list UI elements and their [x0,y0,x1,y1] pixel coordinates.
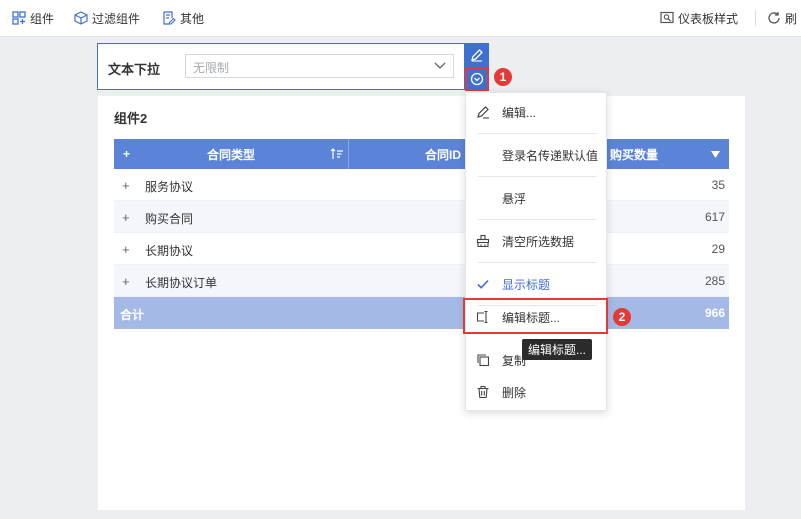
other-button[interactable]: 其他 [162,0,204,36]
refresh-icon [768,12,780,24]
dashboard-style-button[interactable]: 仪表板样式 [660,0,738,36]
pencil-icon [471,49,483,62]
dashboard-style-icon [660,11,674,24]
component-label: 组件 [30,11,55,26]
sort-icon[interactable] [330,147,344,161]
row-value: 29 [711,242,725,256]
tooltip: 编辑标题... [522,339,592,360]
menu-item-label: 显示标题 [502,277,551,292]
menu-divider [478,262,596,263]
row-name: 长期协议 [145,244,194,258]
component-title: 组件2 [114,111,148,126]
row-value: 617 [704,210,725,224]
menu-item-label: 删除 [502,385,527,400]
step-badge-2: 2 [613,308,631,326]
menu-item-label: 悬浮 [502,191,527,206]
table-component[interactable]: 组件2 + 合同类型 合同ID 购买数量 + 服务协议 35 + 购买合同 61… [98,96,745,510]
menu-item-float[interactable]: 悬浮 [466,183,608,213]
step-badge-1: 1 [494,68,512,86]
column-header-purchase-qty[interactable]: 购买数量 [610,139,658,169]
column-header-contract-id[interactable]: 合同ID [425,139,461,169]
top-toolbar: 组件 过滤组件 其他 仪表板样式 刷 [0,0,801,37]
row-name: 购买合同 [145,212,194,226]
table-row[interactable]: + 长期协议订单 285 [114,265,729,297]
row-name: 服务协议 [145,180,194,194]
menu-item-delete[interactable]: 删除 [466,377,608,407]
filter-select-placeholder: 无限制 [193,61,230,75]
menu-divider [478,219,596,220]
refresh-label: 刷 [785,11,798,26]
circle-chevron-down-icon [470,72,484,86]
caret-down-icon[interactable] [711,151,720,158]
menu-item-label: 编辑... [502,105,537,120]
cube-icon [74,11,88,25]
context-menu: 编辑... 登录名传递默认值 悬浮 清空所选数据 显示标题 编辑标题... 复制… [465,92,607,411]
other-label: 其他 [180,11,205,26]
expand-all-button[interactable]: + [123,139,130,169]
eraser-icon [476,234,490,248]
checkmark-icon [477,279,489,289]
component-icon [12,11,26,25]
menu-item-clear-selection[interactable]: 清空所选数据 [466,226,608,256]
column-divider [348,139,349,169]
menu-item-edit[interactable]: 编辑... [466,97,608,127]
filter-title: 文本下拉 [108,62,161,77]
pivot-table: + 合同类型 合同ID 购买数量 + 服务协议 35 + 购买合同 617 + … [114,139,729,329]
row-expand-icon[interactable]: + [122,178,130,193]
copy-icon [477,354,490,367]
component-button[interactable]: 组件 [12,0,54,36]
row-name: 长期协议订单 [145,276,218,290]
trash-icon [477,385,489,399]
row-expand-icon[interactable]: + [122,274,130,289]
menu-item-login-default[interactable]: 登录名传递默认值 [466,140,608,170]
chevron-down-icon [434,62,446,69]
dashboard-style-label: 仪表板样式 [678,11,739,26]
column-header-contract-type[interactable]: 合同类型 [207,139,255,169]
total-value: 966 [704,306,725,320]
document-edit-icon [163,11,176,25]
filter-component-button[interactable]: 过滤组件 [74,0,140,36]
menu-divider [478,133,596,134]
table-header: + 合同类型 合同ID 购买数量 [114,139,729,169]
refresh-button[interactable]: 刷 [767,0,797,36]
menu-divider [478,176,596,177]
more-options-button[interactable] [465,67,489,91]
table-row[interactable]: + 长期协议 29 [114,233,729,265]
menu-item-label: 清空所选数据 [502,234,575,249]
filter-component-label: 过滤组件 [92,11,141,26]
menu-item-show-title[interactable]: 显示标题 [466,269,608,299]
table-row[interactable]: + 购买合同 617 [114,201,729,233]
row-value: 285 [704,274,725,288]
table-row[interactable]: + 服务协议 35 [114,169,729,201]
total-label: 合计 [120,308,145,322]
text-dropdown-filter[interactable]: 文本下拉 无限制 [97,43,465,90]
toolbar-divider [755,10,756,26]
menu-item-label: 登录名传递默认值 [502,148,599,163]
row-expand-icon[interactable]: + [122,242,130,257]
row-value: 35 [711,178,725,192]
highlight-edit-title [463,298,608,334]
pencil-icon [477,106,489,119]
filter-select[interactable]: 无限制 [185,54,454,78]
total-row: 合计 966 [114,297,729,329]
row-expand-icon[interactable]: + [122,210,130,225]
edit-filter-button[interactable] [465,43,489,67]
